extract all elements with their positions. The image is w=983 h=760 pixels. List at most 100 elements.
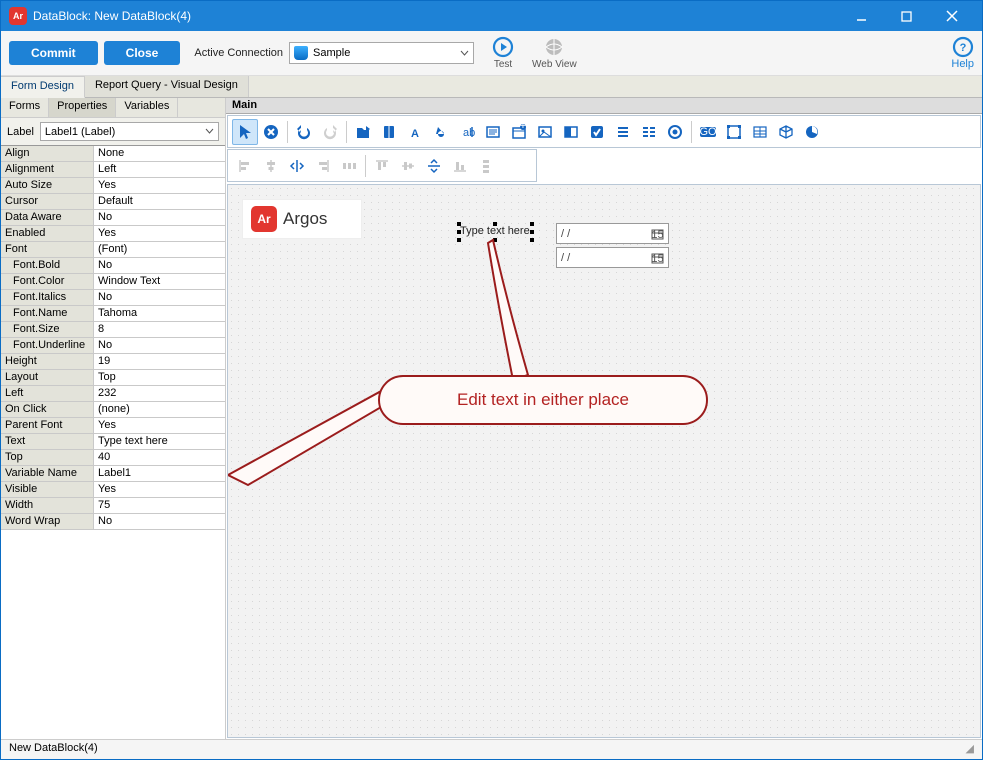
test-button[interactable]: Test <box>492 36 514 70</box>
property-row[interactable]: Parent FontYes <box>1 418 225 434</box>
selection-handle[interactable] <box>457 222 461 226</box>
property-row[interactable]: Word WrapNo <box>1 514 225 530</box>
align-center-h-tool[interactable] <box>258 153 284 179</box>
property-value[interactable]: Tahoma <box>94 306 225 321</box>
property-value[interactable]: (Font) <box>94 242 225 257</box>
table-tool[interactable] <box>747 119 773 145</box>
property-value[interactable]: No <box>94 514 225 529</box>
subtab-forms[interactable]: Forms <box>1 98 49 117</box>
selected-label-element[interactable]: Type text here <box>460 225 530 237</box>
selection-handle[interactable] <box>530 230 534 234</box>
property-row[interactable]: Font.ItalicsNo <box>1 290 225 306</box>
property-row[interactable]: Font.ColorWindow Text <box>1 274 225 290</box>
resize-grip-icon[interactable]: ◢ <box>966 742 974 757</box>
shape-tool[interactable] <box>428 119 454 145</box>
property-value[interactable]: No <box>94 258 225 273</box>
property-grid[interactable]: AlignNoneAlignmentLeftAuto SizeYesCursor… <box>1 145 225 739</box>
property-value[interactable]: 40 <box>94 450 225 465</box>
align-bottom-tool[interactable] <box>447 153 473 179</box>
property-value[interactable]: No <box>94 290 225 305</box>
design-canvas[interactable]: Ar Argos Type text here / / 15 / / 15 <box>227 184 981 738</box>
property-row[interactable]: CursorDefault <box>1 194 225 210</box>
align-vcenter-tool[interactable] <box>421 153 447 179</box>
property-value[interactable]: 75 <box>94 498 225 513</box>
help-button[interactable]: ? Help <box>951 36 974 70</box>
commit-button[interactable]: Commit <box>9 41 98 65</box>
property-value[interactable]: 232 <box>94 386 225 401</box>
selection-handle[interactable] <box>493 222 497 226</box>
property-row[interactable]: Variable NameLabel1 <box>1 466 225 482</box>
property-value[interactable]: Yes <box>94 178 225 193</box>
property-row[interactable]: Data AwareNo <box>1 210 225 226</box>
property-row[interactable]: Font.UnderlineNo <box>1 338 225 354</box>
textbox-tool[interactable]: ab <box>454 119 480 145</box>
property-value[interactable]: Left <box>94 162 225 177</box>
grid-tool[interactable] <box>636 119 662 145</box>
align-left-tool[interactable] <box>232 153 258 179</box>
subtab-properties[interactable]: Properties <box>49 98 116 117</box>
subtab-variables[interactable]: Variables <box>116 98 178 117</box>
book-tool[interactable] <box>376 119 402 145</box>
property-value[interactable]: (none) <box>94 402 225 417</box>
property-value[interactable]: 8 <box>94 322 225 337</box>
radio-tool[interactable] <box>662 119 688 145</box>
delete-tool[interactable] <box>258 119 284 145</box>
selection-handle[interactable] <box>530 238 534 242</box>
selection-handle[interactable] <box>493 238 497 242</box>
property-value[interactable]: Yes <box>94 482 225 497</box>
chart-tool[interactable] <box>799 119 825 145</box>
image-tool[interactable] <box>532 119 558 145</box>
property-value[interactable]: 19 <box>94 354 225 369</box>
undo-button[interactable] <box>291 119 317 145</box>
minimize-button[interactable] <box>839 1 884 31</box>
maximize-button[interactable] <box>884 1 929 31</box>
property-row[interactable]: Width75 <box>1 498 225 514</box>
checkbox-tool[interactable] <box>584 119 610 145</box>
open-tool[interactable] <box>350 119 376 145</box>
pointer-tool[interactable] <box>232 119 258 145</box>
property-value[interactable]: Top <box>94 370 225 385</box>
property-value[interactable]: Label1 <box>94 466 225 481</box>
property-value[interactable]: Window Text <box>94 274 225 289</box>
memo-tool[interactable] <box>480 119 506 145</box>
property-row[interactable]: Font.BoldNo <box>1 258 225 274</box>
property-value[interactable]: None <box>94 146 225 161</box>
dist-v-tool[interactable] <box>473 153 499 179</box>
property-row[interactable]: EnabledYes <box>1 226 225 242</box>
property-row[interactable]: VisibleYes <box>1 482 225 498</box>
list-tool[interactable] <box>610 119 636 145</box>
property-row[interactable]: Font.Size8 <box>1 322 225 338</box>
align-top-tool[interactable] <box>369 153 395 179</box>
property-row[interactable]: LayoutTop <box>1 370 225 386</box>
align-hcenter-tool[interactable] <box>284 153 310 179</box>
logo-element[interactable]: Ar Argos <box>242 199 362 239</box>
date-tool[interactable]: + <box>506 119 532 145</box>
tab-report-query[interactable]: Report Query - Visual Design <box>85 76 249 97</box>
calendar-icon[interactable]: 15 <box>651 228 664 240</box>
property-value[interactable]: Yes <box>94 418 225 433</box>
cube-tool[interactable] <box>773 119 799 145</box>
group-tool[interactable] <box>721 119 747 145</box>
align-middle-tool[interactable] <box>395 153 421 179</box>
property-value[interactable]: No <box>94 338 225 353</box>
date-input-2[interactable]: / / 15 <box>556 247 669 268</box>
close-window-button[interactable] <box>929 1 974 31</box>
tab-form-design[interactable]: Form Design <box>1 76 85 98</box>
property-value[interactable]: No <box>94 210 225 225</box>
property-row[interactable]: Top40 <box>1 450 225 466</box>
align-right-tool[interactable] <box>310 153 336 179</box>
dist-h-tool[interactable] <box>336 153 362 179</box>
redo-button[interactable] <box>317 119 343 145</box>
property-row[interactable]: On Click(none) <box>1 402 225 418</box>
property-row[interactable]: Auto SizeYes <box>1 178 225 194</box>
webview-button[interactable]: Web View <box>532 36 577 70</box>
property-value[interactable]: Default <box>94 194 225 209</box>
property-row[interactable]: AlignNone <box>1 146 225 162</box>
connection-select[interactable]: Sample <box>289 42 474 64</box>
date-input-1[interactable]: / / 15 <box>556 223 669 244</box>
property-value[interactable]: Type text here <box>94 434 225 449</box>
selection-handle[interactable] <box>530 222 534 226</box>
object-select[interactable]: Label1 (Label) <box>40 122 219 141</box>
panel-tool[interactable] <box>558 119 584 145</box>
property-row[interactable]: Height19 <box>1 354 225 370</box>
